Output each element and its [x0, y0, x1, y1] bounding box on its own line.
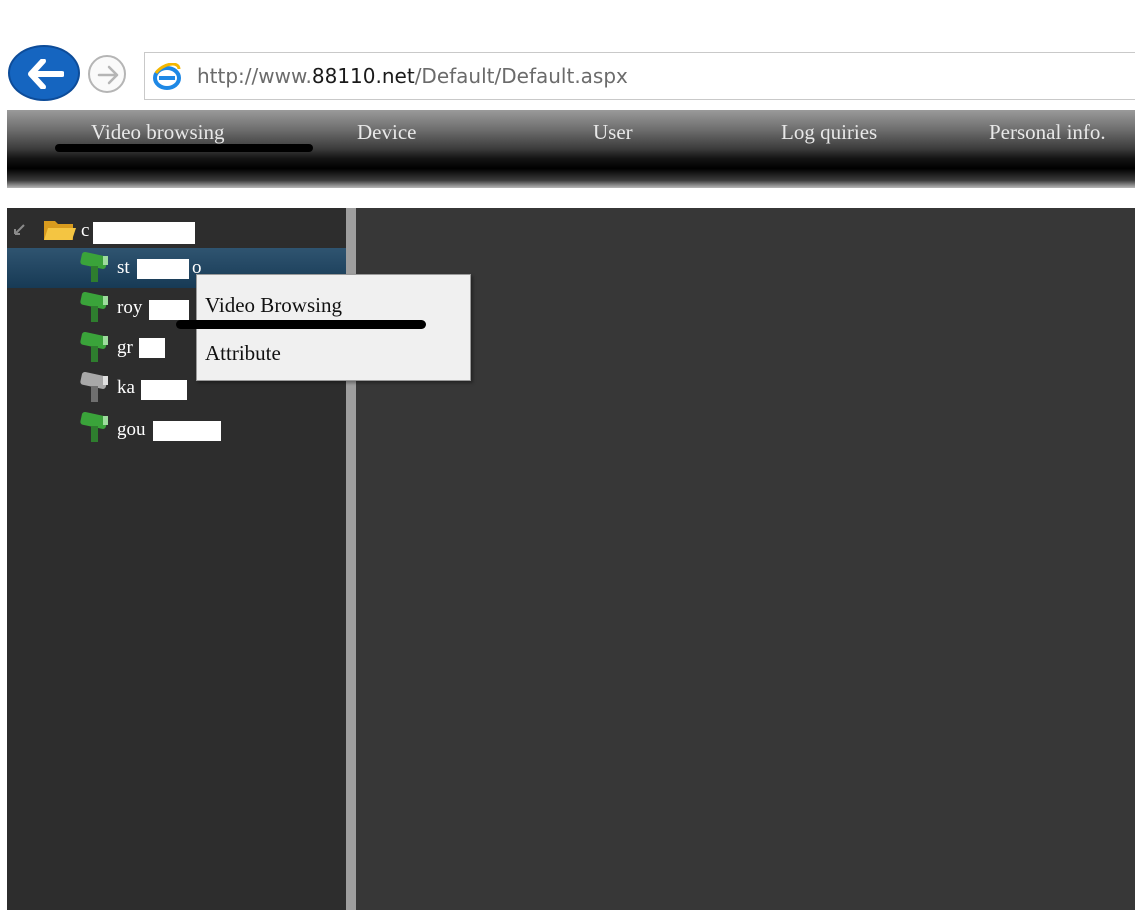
url-text: http://www.88110.net/Default/Default.asp… [197, 64, 628, 88]
redaction-mark [139, 338, 165, 358]
back-button[interactable] [8, 45, 80, 101]
collapse-arrow-icon[interactable] [13, 222, 27, 236]
camera-icon [80, 331, 108, 362]
redaction-mark [137, 259, 189, 279]
tree-node-label: gr [117, 337, 133, 358]
header-spacer [0, 188, 1135, 208]
tree-node-label: st [117, 257, 130, 278]
url-host: 88110.net [311, 64, 415, 88]
camera-icon [80, 411, 108, 442]
redaction-mark [153, 421, 221, 441]
tree-root-group[interactable]: c [7, 216, 346, 246]
tree-node-label: roy [117, 297, 143, 318]
forward-button[interactable] [88, 55, 126, 93]
menu-item-attribute[interactable]: Attribute [205, 341, 281, 366]
redaction-mark [141, 380, 187, 400]
nav-user[interactable]: User [593, 120, 633, 145]
main-nav-bar: Video browsing Device User Log quiries P… [7, 110, 1135, 188]
url-prefix: http://www. [197, 64, 312, 88]
nav-video-browsing[interactable]: Video browsing [91, 120, 224, 145]
menu-item-video-browsing[interactable]: Video Browsing [205, 293, 342, 318]
annotation-underline [176, 320, 426, 329]
address-bar[interactable]: http://www.88110.net/Default/Default.asp… [144, 52, 1135, 100]
open-folder-icon [44, 221, 76, 240]
nav-log-quiries[interactable]: Log quiries [781, 120, 877, 145]
internet-explorer-icon [153, 63, 181, 90]
nav-personal-info[interactable]: Personal info. [989, 120, 1106, 145]
camera-offline-icon [80, 371, 108, 402]
nav-device[interactable]: Device [357, 120, 416, 145]
forward-arrow-icon [97, 65, 119, 85]
tree-node-camera[interactable]: gou [7, 408, 346, 448]
camera-icon [80, 291, 108, 322]
redaction-mark [93, 222, 195, 244]
redaction-mark [149, 300, 189, 320]
tree-node-label: gou [117, 419, 146, 440]
tree-root-label: c [81, 220, 90, 241]
back-arrow-icon [28, 59, 64, 89]
tree-node-label: ka [117, 377, 135, 398]
video-content-area [356, 208, 1135, 910]
url-path: /Default/Default.aspx [414, 64, 628, 88]
browser-chrome: http://www.88110.net/Default/Default.asp… [0, 0, 1135, 110]
camera-icon [80, 251, 108, 282]
annotation-underline [55, 144, 313, 152]
